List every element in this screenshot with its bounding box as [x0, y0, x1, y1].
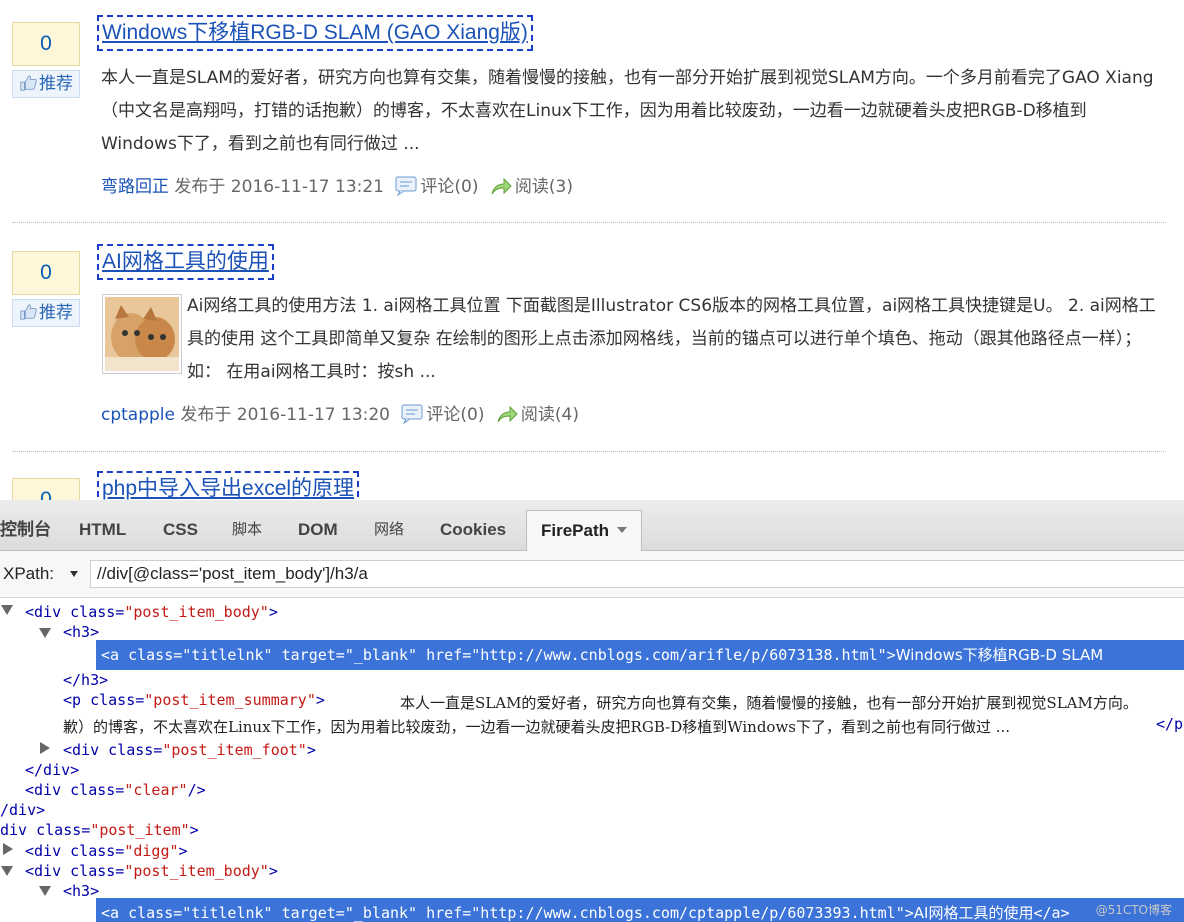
xpath-bar: XPath: //div[@class='post_item_body']/h3… — [0, 551, 1184, 598]
post-list: 0 推荐 Windows下移植RGB-D SLAM (GAO Xiang版) 本… — [0, 0, 1184, 500]
tab-console[interactable]: 控制台 — [0, 510, 51, 550]
expand-toggle-icon[interactable] — [1, 605, 13, 615]
firebug-tab-bar: 控制台 HTML CSS 脚本 DOM 网络 Cookies FirePath — [0, 500, 1184, 552]
summary-text-node: 本人一直是SLAM的爱好者，研究方向也算有交集，随着慢慢的接触，也有一部分开始扩… — [400, 694, 1138, 712]
publish-date: 发布于 2016-11-17 13:20 — [180, 405, 391, 425]
digg-count: 0 — [12, 22, 80, 66]
tab-html[interactable]: HTML — [79, 510, 126, 550]
tree-node[interactable]: div class="post_item"> — [0, 820, 199, 840]
expand-toggle-icon[interactable] — [39, 628, 51, 638]
author-link[interactable]: 弯路回正 — [101, 177, 169, 197]
post-footer: cptapple 发布于 2016-11-17 13:20 评论(0) 阅读(4… — [101, 403, 579, 427]
selected-tree-node[interactable]: <a class="titlelnk" target="_blank" href… — [96, 898, 1184, 922]
post-footer: 弯路回正 发布于 2016-11-17 13:21 评论(0) 阅读(3) — [101, 175, 573, 199]
post-divider — [12, 222, 1166, 223]
recommend-label: 推荐 — [39, 74, 73, 94]
tree-node[interactable]: <div class="post_item_body"> — [25, 602, 278, 622]
summary-text-node: 歉）的博客，不太喜欢在Linux下工作，因为用着比较废劲，一边看一边就硬着头皮把… — [63, 718, 1011, 736]
tab-firepath[interactable]: FirePath — [526, 510, 643, 552]
tab-cookies[interactable]: Cookies — [440, 510, 506, 550]
expand-toggle-icon[interactable] — [3, 843, 13, 855]
post-title-link[interactable]: Windows下移植RGB-D SLAM (GAO Xiang版) — [97, 15, 533, 51]
digg-count: 0 — [12, 478, 80, 500]
comment-count-link[interactable]: 评论(0) — [426, 405, 484, 425]
watermark: @51CTO博客 — [1095, 903, 1172, 917]
tree-node[interactable]: <div class="post_item_body"> — [25, 861, 278, 881]
xpath-input[interactable]: //div[@class='post_item_body']/h3/a — [90, 560, 1184, 588]
publish-date: 发布于 2016-11-17 13:21 — [174, 177, 385, 197]
tree-node[interactable]: <p class="post_item_summary"> — [63, 690, 325, 710]
digg-count: 0 — [12, 251, 80, 295]
post-title-link[interactable]: AI网格工具的使用 — [97, 244, 274, 280]
tree-node[interactable]: </div> — [25, 760, 79, 780]
tree-node[interactable]: /div> — [0, 800, 45, 820]
post-summary: Ai网络工具的使用方法 1. ai网格工具位置 下面截图是Illustrator… — [187, 296, 1156, 382]
comment-icon — [401, 404, 423, 424]
thumbs-up-icon — [20, 304, 37, 320]
digg-box: 0 推荐 — [12, 22, 80, 98]
expand-toggle-icon[interactable] — [1, 866, 13, 876]
comment-icon — [395, 176, 417, 196]
tree-node[interactable]: <h3> — [63, 881, 99, 901]
xpath-mode-dropdown-icon[interactable] — [70, 571, 78, 577]
comment-count-link[interactable]: 评论(0) — [420, 177, 478, 197]
html-tree: <div class="post_item_body"> <h3> <a cla… — [0, 598, 1184, 922]
read-count-link[interactable]: 阅读(4) — [521, 405, 579, 425]
recommend-label: 推荐 — [39, 303, 73, 323]
cat-photo-icon — [105, 297, 179, 371]
expand-toggle-icon[interactable] — [40, 742, 50, 754]
post-title-link[interactable]: php中导入导出excel的原理 — [96, 471, 360, 500]
selected-tree-node[interactable]: <a class="titlelnk" target="_blank" href… — [96, 640, 1184, 670]
read-count-link[interactable]: 阅读(3) — [515, 177, 573, 197]
xpath-label: XPath: — [3, 564, 55, 583]
tab-css[interactable]: CSS — [163, 510, 198, 550]
firebug-panel: 控制台 HTML CSS 脚本 DOM 网络 Cookies FirePath … — [0, 500, 1184, 922]
digg-box: 0 — [12, 478, 80, 500]
post-summary: 本人一直是SLAM的爱好者，研究方向也算有交集，随着慢慢的接触，也有一部分开始扩… — [101, 68, 1154, 154]
recommend-button[interactable]: 推荐 — [12, 70, 80, 98]
thumbs-up-icon — [20, 75, 37, 91]
read-arrow-icon — [491, 177, 512, 195]
tab-firepath-label: FirePath — [541, 521, 610, 540]
read-arrow-icon — [497, 405, 518, 423]
tab-dom[interactable]: DOM — [298, 510, 338, 550]
tab-script[interactable]: 脚本 — [232, 510, 262, 550]
tree-node[interactable]: <h3> — [63, 622, 99, 642]
digg-box: 0 推荐 — [12, 251, 80, 327]
tree-node: </p — [1156, 715, 1184, 733]
author-link[interactable]: cptapple — [101, 405, 175, 425]
tab-network[interactable]: 网络 — [374, 510, 404, 550]
tree-node[interactable]: </h3> — [63, 670, 108, 690]
post-divider — [12, 451, 1166, 452]
tree-node[interactable]: <div class="digg"> — [25, 841, 188, 861]
author-avatar[interactable] — [102, 294, 182, 374]
tree-node[interactable]: <div class="post_item_foot"> — [63, 740, 316, 760]
recommend-button[interactable]: 推荐 — [12, 299, 80, 327]
expand-toggle-icon[interactable] — [39, 886, 51, 896]
tree-node[interactable]: <div class="clear"/> — [25, 780, 206, 800]
chevron-down-icon[interactable] — [617, 527, 628, 533]
